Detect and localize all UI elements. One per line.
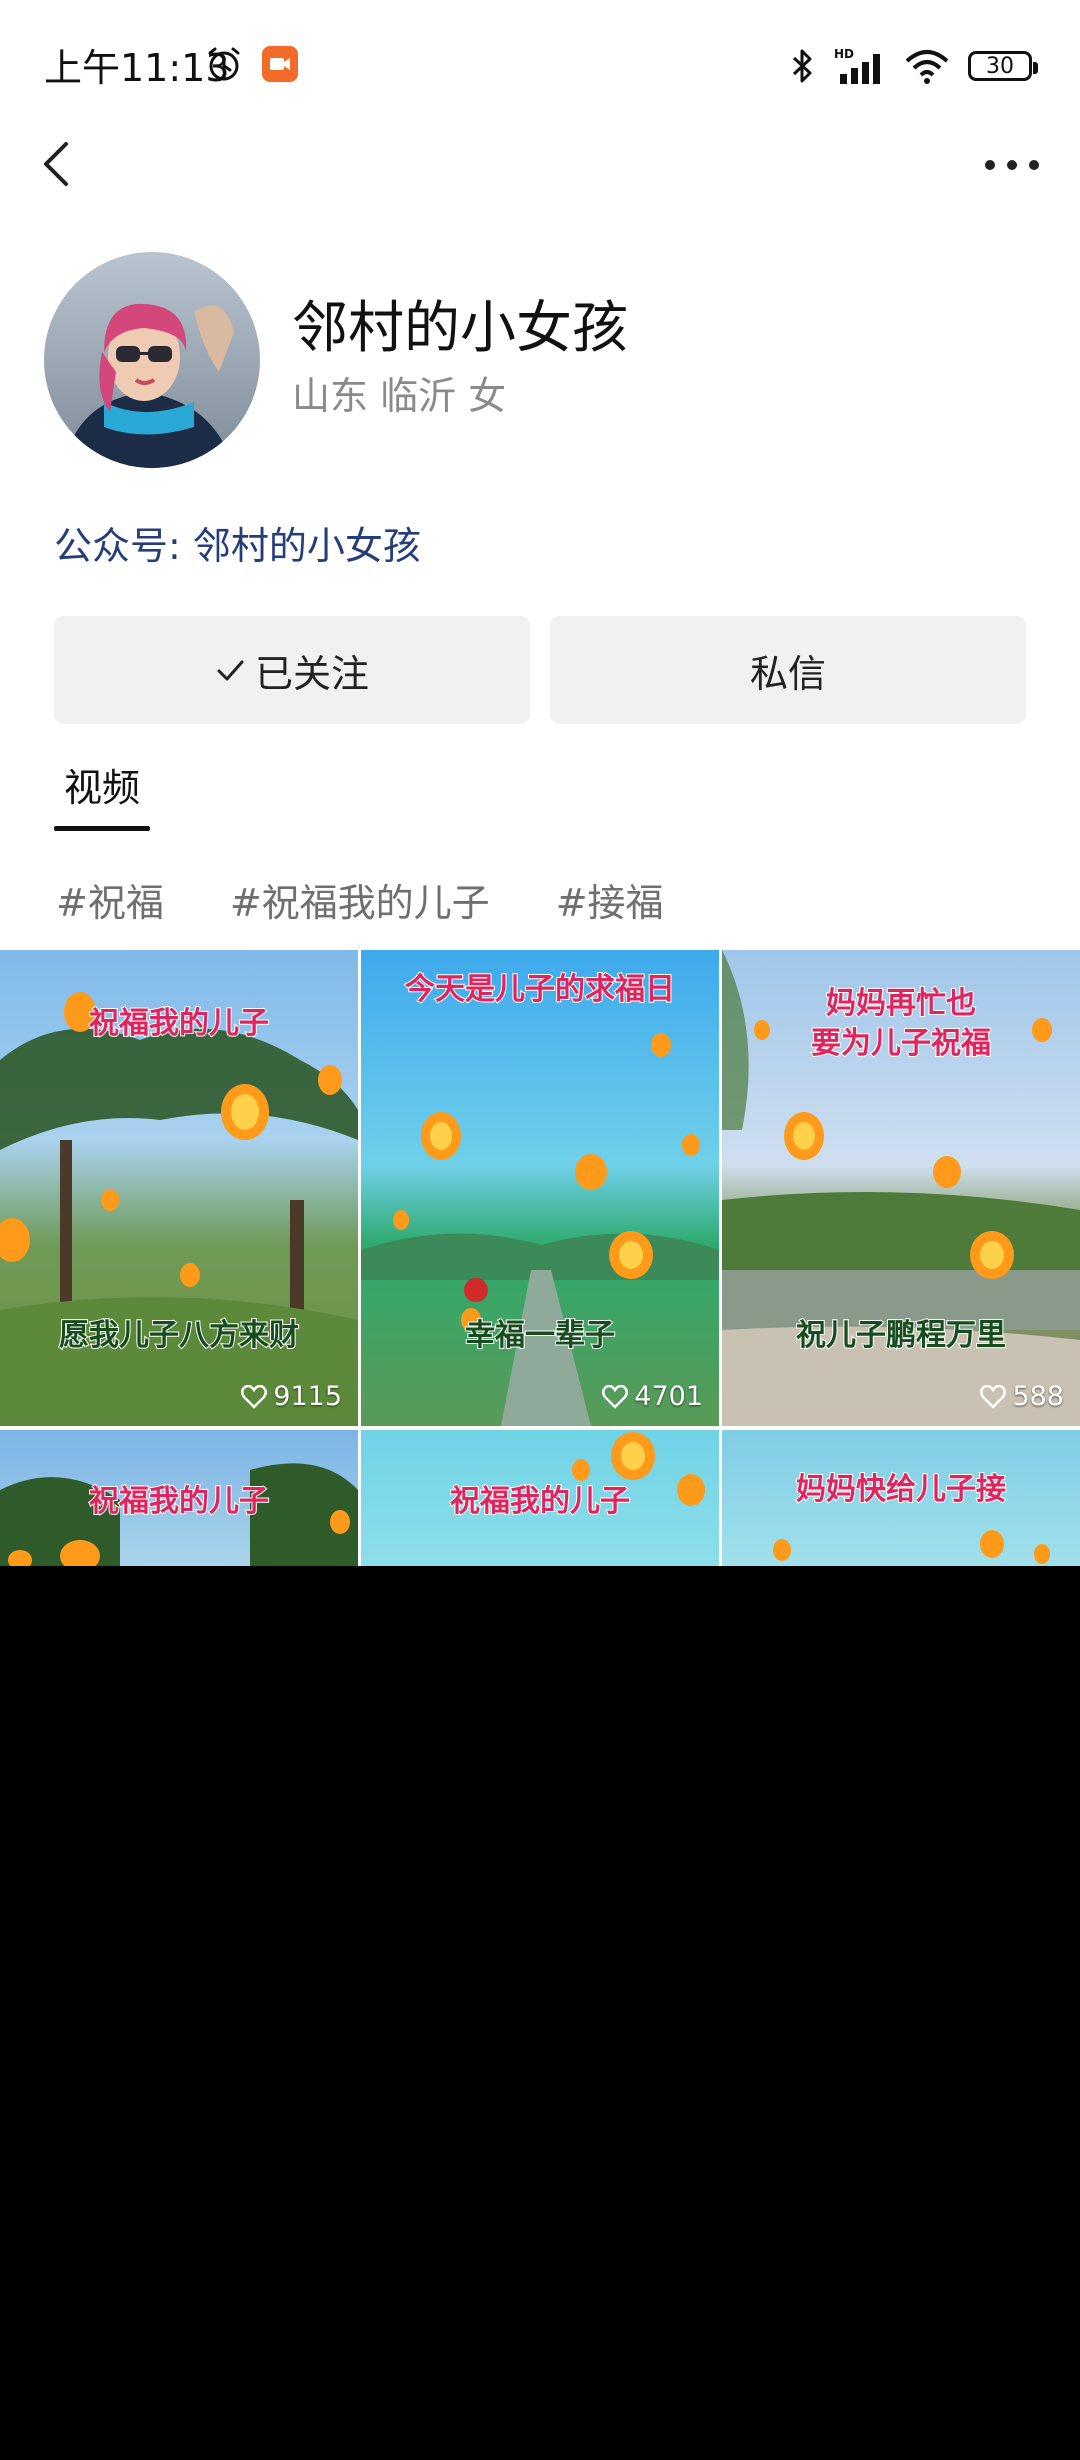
- video-caption-top: 祝福我的儿子: [449, 1483, 631, 1520]
- video-tile[interactable]: 妈妈快给儿子接: [722, 1430, 1080, 1566]
- svg-text:HD: HD: [834, 47, 854, 61]
- profile-name: 邻村的小女孩: [292, 296, 628, 361]
- tab-video[interactable]: 视频: [54, 762, 150, 814]
- more-dots-icon: [985, 160, 1039, 170]
- more-button[interactable]: [980, 145, 1044, 185]
- hashtag-item[interactable]: #祝福: [56, 878, 164, 928]
- hd-signal-icon: HD: [834, 47, 880, 84]
- video-likes-count: 9115: [273, 1381, 342, 1412]
- video-caption-bottom: 愿我儿子八方来财: [58, 1317, 300, 1354]
- battery-icon: 30: [968, 51, 1038, 81]
- video-likes: 9115: [241, 1381, 342, 1412]
- alarm-icon: [208, 47, 240, 81]
- video-likes: 4701: [602, 1381, 703, 1412]
- public-account-link[interactable]: 公众号: 邻村的小女孩: [54, 520, 421, 572]
- message-label: 私信: [749, 651, 826, 696]
- video-caption-top: 妈妈快给儿子接: [795, 1471, 1007, 1508]
- video-tile[interactable]: 妈妈再忙也 要为儿子祝福 祝儿子鹏程万里 588: [722, 950, 1080, 1426]
- video-caption-top-line2: 要为儿子祝福: [810, 1025, 992, 1062]
- status-time: 上午11:13: [44, 46, 230, 90]
- hashtag-item[interactable]: #接福: [556, 878, 664, 928]
- check-icon: [217, 660, 244, 681]
- message-button[interactable]: 私信: [550, 616, 1026, 724]
- follow-label: 已关注: [254, 651, 369, 696]
- hashtag-item[interactable]: #祝福我的儿子: [230, 878, 490, 928]
- video-tile[interactable]: 祝福我的儿子 愿我儿子八方来财 9115: [0, 950, 358, 1426]
- battery-level: 30: [986, 53, 1014, 79]
- video-record-icon: [262, 46, 298, 82]
- video-caption-top: 今天是儿子的求福日: [404, 971, 676, 1008]
- video-tile[interactable]: 祝福我的儿子: [361, 1430, 719, 1566]
- avatar[interactable]: [44, 252, 260, 468]
- video-likes-count: 4701: [634, 1381, 703, 1412]
- bluetooth-icon: [792, 49, 812, 83]
- video-caption-top: 祝福我的儿子: [88, 1483, 270, 1520]
- heart-icon: [241, 1384, 268, 1409]
- video-grid: 祝福我的儿子 愿我儿子八方来财 9115 今天是儿子的求福日 幸福一辈子 470…: [0, 950, 1080, 1566]
- video-caption-top: 妈妈再忙也: [825, 985, 977, 1022]
- video-likes: 588: [980, 1381, 1064, 1412]
- avatar-image: [44, 252, 260, 468]
- status-bar: 上午11:13 HD 30: [0, 0, 1080, 135]
- video-tile[interactable]: 今天是儿子的求福日 幸福一辈子 4701: [361, 950, 719, 1426]
- profile-page: 上午11:13 HD 30 邻村的小女孩 山东 临沂 女 公众号: 邻村的小女孩…: [0, 0, 1080, 1566]
- video-likes-count: 588: [1012, 1381, 1064, 1412]
- video-caption-bottom: 祝儿子鹏程万里: [795, 1317, 1007, 1354]
- back-button[interactable]: [34, 136, 94, 196]
- chevron-left-icon: [44, 142, 68, 186]
- video-tile[interactable]: 祝福我的儿子: [0, 1430, 358, 1566]
- wifi-icon: [905, 50, 949, 84]
- heart-icon: [602, 1384, 629, 1409]
- video-caption-bottom: 幸福一辈子: [464, 1317, 616, 1354]
- profile-location: 山东 临沂 女: [292, 374, 507, 418]
- video-caption-top: 祝福我的儿子: [88, 1005, 270, 1042]
- hashtag-row: #祝福 #祝福我的儿子 #接福: [56, 878, 664, 928]
- heart-icon: [980, 1384, 1007, 1409]
- status-left-icons: [204, 44, 298, 84]
- video-thumbnail: [361, 1033, 719, 1426]
- status-right-icons: HD 30: [790, 46, 1038, 86]
- screen: 上午11:13 HD 30 邻村的小女孩 山东 临沂 女 公众号: 邻村的小女孩…: [0, 0, 1080, 2460]
- tab-video-indicator: [54, 826, 150, 831]
- follow-button[interactable]: 已关注: [54, 616, 530, 724]
